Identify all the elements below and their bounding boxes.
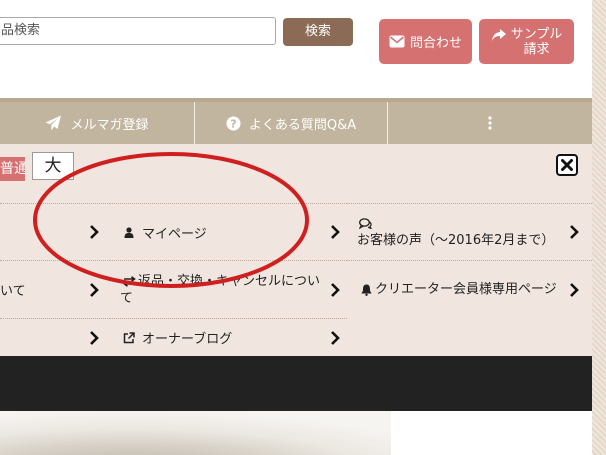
close-icon [561, 159, 573, 171]
nav-item-faq[interactable]: ? よくある質問Q&A [195, 102, 387, 144]
main-navbar: メルマガ登録 ? よくある質問Q&A [0, 98, 592, 144]
close-menu-button[interactable] [556, 154, 578, 176]
svg-text:?: ? [230, 117, 236, 130]
menu-item-creator-members[interactable]: クリエーター会員様専用ページ [347, 260, 592, 318]
question-circle-icon: ? [226, 116, 241, 131]
external-link-icon [120, 331, 138, 344]
paper-plane-icon [45, 115, 62, 131]
contact-button[interactable]: 問合わせ [379, 19, 472, 64]
sample-request-button[interactable]: サンプル 請求 [479, 19, 574, 64]
share-arrow-icon [491, 28, 507, 42]
site-header: 品検索 検索 問合わせ サンプル 請求 [0, 0, 592, 98]
product-photo [0, 411, 391, 455]
nav-item-newsletter[interactable]: メルマガ登録 [0, 102, 194, 144]
nav-item-faq-label: よくある質問Q&A [248, 117, 357, 133]
sample-button-label-line2: 請求 [523, 41, 550, 57]
menu-item-partial-left-2-label: いて [0, 284, 26, 299]
red-annotation-circle [33, 152, 309, 288]
chevron-right-icon [331, 282, 340, 297]
search-input[interactable]: 品検索 [0, 17, 276, 45]
menu-item-partial-left-3[interactable] [0, 318, 110, 356]
chevron-right-icon [570, 225, 579, 239]
envelope-icon [389, 35, 405, 48]
menu-item-creator-members-label: クリエーター会員様専用ページ [375, 282, 557, 297]
vertical-ellipsis-icon [488, 116, 492, 130]
menu-item-owner-blog[interactable]: オーナーブログ [110, 318, 347, 356]
font-size-normal-button[interactable]: 普通 [0, 157, 25, 181]
sample-button-label-line1: サンプル [510, 26, 563, 42]
contact-button-label: 問合わせ [409, 36, 462, 51]
search-button[interactable]: 検索 [283, 18, 353, 46]
chevron-right-icon [90, 330, 99, 345]
chevron-right-icon [570, 282, 579, 297]
nav-item-newsletter-label: メルマガ登録 [70, 117, 149, 133]
menu-item-customer-voice[interactable]: お客様の声（～2016年2月まで） [347, 203, 592, 260]
menu-item-customer-voice-label: お客様の声（～2016年2月まで） [357, 233, 555, 248]
chevron-right-icon [331, 225, 340, 239]
bell-icon [357, 284, 375, 296]
comments-icon [357, 218, 373, 229]
page-background-texture [592, 0, 606, 455]
nav-item-more[interactable] [388, 102, 592, 144]
chevron-right-icon [331, 330, 340, 345]
dark-footer-band [0, 356, 592, 411]
menu-item-owner-blog-label: オーナーブログ [142, 332, 233, 347]
